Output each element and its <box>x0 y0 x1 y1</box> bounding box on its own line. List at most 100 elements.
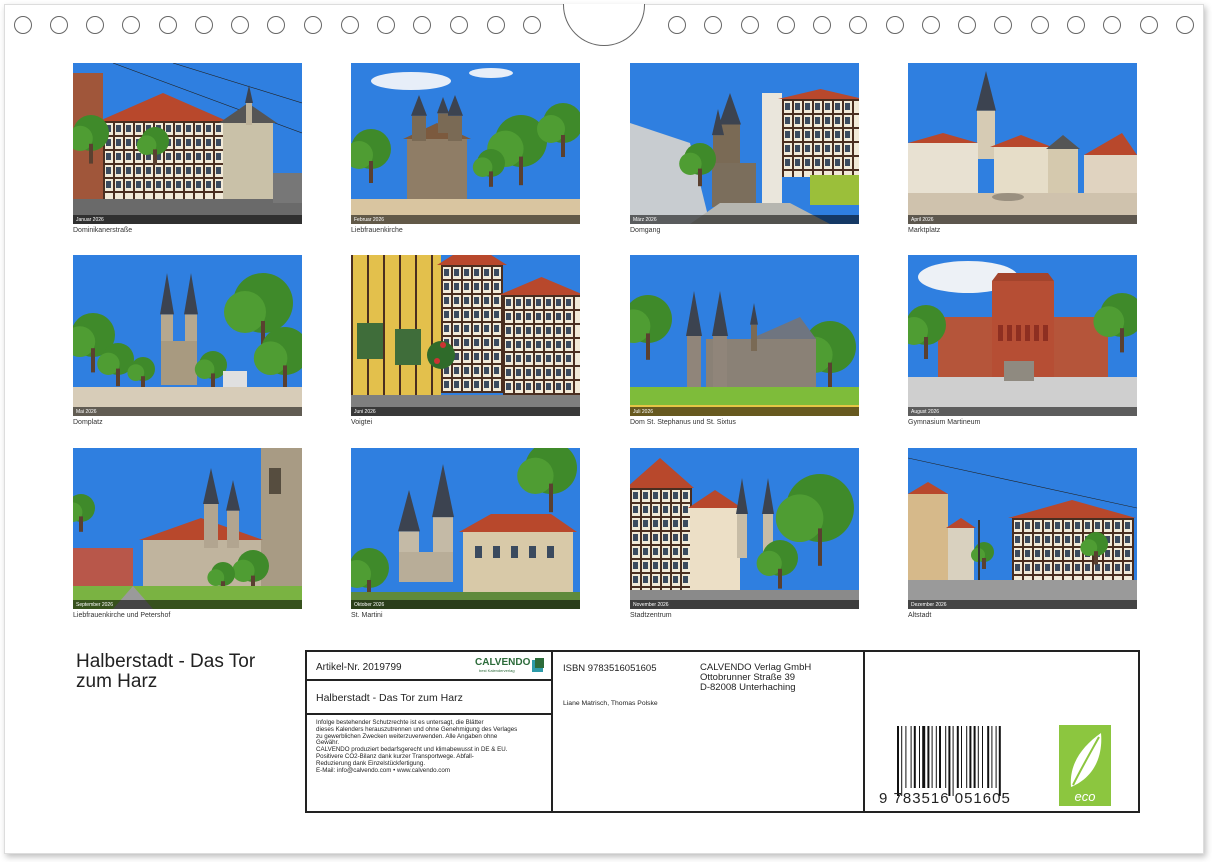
photo-caption: Liebfrauenkirche und Petershof <box>73 612 171 619</box>
month-strip: Januar 2026 <box>73 215 302 224</box>
calvendo-logo: CALVENDO best Kalenderverlag <box>475 657 545 675</box>
calendar-photo: August 2026 <box>908 255 1137 416</box>
month-strip: November 2026 <box>630 600 859 609</box>
page-title: Halberstadt - Das Tor zum Harz <box>76 651 256 692</box>
binding-ring <box>994 16 1012 34</box>
month-label: April 2026 <box>911 217 934 223</box>
logo-text: CALVENDO <box>475 657 531 668</box>
binding-ring <box>377 16 395 34</box>
calendar-photo: März 2026 <box>630 63 859 224</box>
binding-ring <box>813 16 831 34</box>
binding-ring <box>849 16 867 34</box>
photo-image <box>908 448 1137 609</box>
binding-ring <box>231 16 249 34</box>
binding-ring <box>122 16 140 34</box>
month-strip: August 2026 <box>908 407 1137 416</box>
binding-ring <box>1176 16 1194 34</box>
month-strip: Dezember 2026 <box>908 600 1137 609</box>
photo-image <box>351 255 580 416</box>
binding-ring <box>14 16 32 34</box>
photo-image <box>73 448 302 609</box>
month-strip: September 2026 <box>73 600 302 609</box>
authors: Liane Matrisch, Thomas Polske <box>563 700 658 707</box>
binding-ring <box>886 16 904 34</box>
binding-ring <box>413 16 431 34</box>
month-strip: Februar 2026 <box>351 215 580 224</box>
binding-ring <box>50 16 68 34</box>
month-label: März 2026 <box>633 217 657 223</box>
calendar-photo: Januar 2026 <box>73 63 302 224</box>
photo-caption: Dominikanerstraße <box>73 227 133 234</box>
binding-ring <box>741 16 759 34</box>
binding-ring <box>523 16 541 34</box>
binding-ring <box>450 16 468 34</box>
month-strip: Mai 2026 <box>73 407 302 416</box>
photo-image <box>908 63 1137 224</box>
calendar-photo: Juli 2026 <box>630 255 859 416</box>
calendar-subtitle: Halberstadt - Das Tor zum Harz <box>316 692 463 704</box>
calendar-photo: Dezember 2026 <box>908 448 1137 609</box>
calendar-photo: April 2026 <box>908 63 1137 224</box>
photo-caption: Stadtzentrum <box>630 612 672 619</box>
binding-ring <box>1067 16 1085 34</box>
eco-label: eco <box>1075 789 1096 804</box>
info-cell-barcode: 9 783516 051605 eco <box>865 652 1138 811</box>
month-label: Juni 2026 <box>354 409 376 415</box>
photo-image <box>351 63 580 224</box>
barcode-number: 9 783516 051605 <box>879 790 1011 807</box>
month-strip: Juli 2026 <box>630 407 859 416</box>
photo-image <box>73 63 302 224</box>
eco-leaf-icon: eco <box>1059 725 1111 806</box>
binding-ring <box>159 16 177 34</box>
photo-caption: St. Martini <box>351 612 383 619</box>
article-row: Artikel-Nr. 2019799 CALVENDO best Kalend… <box>307 652 551 681</box>
photo-caption: Altstadt <box>908 612 932 619</box>
publisher-city: D-82008 Unterhaching <box>700 682 796 693</box>
photo-caption: Domplatz <box>73 419 103 426</box>
month-label: Februar 2026 <box>354 217 385 223</box>
calendar-photo: Mai 2026 <box>73 255 302 416</box>
hanger-hook <box>563 4 645 46</box>
spiral-binding <box>0 0 1212 50</box>
photo-caption: Dom St. Stephanus und St. Sixtus <box>630 419 736 426</box>
calendar-photo: November 2026 <box>630 448 859 609</box>
binding-ring <box>704 16 722 34</box>
month-label: Januar 2026 <box>76 217 104 223</box>
calendar-photo: Juni 2026 <box>351 255 580 416</box>
month-label: September 2026 <box>76 602 113 608</box>
photo-caption: Marktplatz <box>908 227 941 234</box>
article-number: Artikel-Nr. 2019799 <box>316 662 402 673</box>
month-strip: April 2026 <box>908 215 1137 224</box>
month-label: Oktober 2026 <box>354 602 385 608</box>
binding-ring <box>487 16 505 34</box>
photo-caption: Domgang <box>630 227 661 234</box>
photo-caption: Liebfrauenkirche <box>351 227 403 234</box>
binding-ring <box>958 16 976 34</box>
photo-image <box>908 255 1137 416</box>
photo-caption: Gymnasium Martineum <box>908 419 981 426</box>
binding-ring <box>668 16 686 34</box>
publisher-address: CALVENDO Verlag GmbH Ottobrunner Straße … <box>700 663 811 693</box>
photo-image <box>630 63 859 224</box>
month-label: Dezember 2026 <box>911 602 947 608</box>
calendar-photo: Oktober 2026 <box>351 448 580 609</box>
calvendo-logo-icon <box>532 658 544 672</box>
photo-image <box>351 448 580 609</box>
isbn: ISBN 9783516051605 <box>563 663 657 674</box>
month-label: November 2026 <box>633 602 669 608</box>
logo-subtext: best Kalenderverlag <box>479 668 515 673</box>
month-strip: Oktober 2026 <box>351 600 580 609</box>
binding-ring <box>1103 16 1121 34</box>
info-box: Artikel-Nr. 2019799 CALVENDO best Kalend… <box>305 650 1140 813</box>
calendar-photo: Februar 2026 <box>351 63 580 224</box>
info-cell-article: Artikel-Nr. 2019799 CALVENDO best Kalend… <box>307 652 553 811</box>
month-strip: Juni 2026 <box>351 407 580 416</box>
binding-ring <box>922 16 940 34</box>
binding-ring <box>1140 16 1158 34</box>
binding-ring <box>195 16 213 34</box>
photo-image <box>73 255 302 416</box>
binding-ring <box>1031 16 1049 34</box>
binding-ring <box>341 16 359 34</box>
info-cell-publisher: ISBN 9783516051605 Liane Matrisch, Thoma… <box>553 652 865 811</box>
binding-ring <box>267 16 285 34</box>
